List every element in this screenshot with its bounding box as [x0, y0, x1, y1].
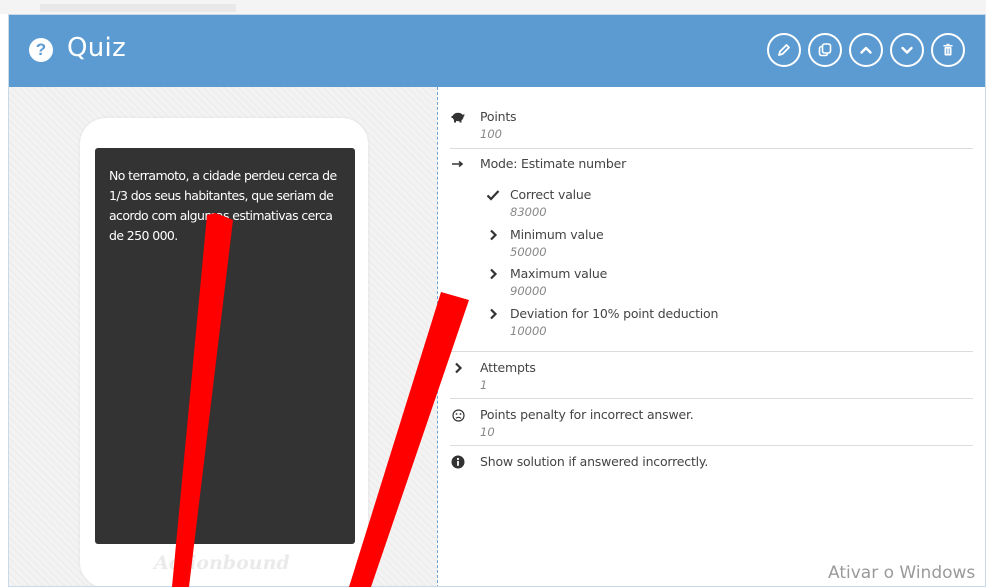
maximum-value: 90000	[510, 284, 547, 298]
question-icon: ?	[29, 38, 53, 62]
mode-row[interactable]: Mode: Estimate number	[450, 156, 973, 176]
separator	[450, 351, 973, 352]
quiz-card: ? Quiz No terramoto, a cidade perdeu cer…	[8, 14, 986, 587]
move-down-button[interactable]	[890, 33, 924, 67]
piggy-bank-icon	[450, 109, 466, 125]
phone-preview-panel: No terramoto, a cidade perdeu cerca de 1…	[9, 87, 437, 586]
attempts-value: 1	[480, 378, 488, 392]
info-icon	[450, 454, 466, 470]
correct-value-item[interactable]: Correct value 83000	[486, 187, 946, 223]
chevron-down-icon	[901, 46, 913, 54]
checkmark-icon	[486, 187, 500, 203]
top-strip-segment	[40, 4, 236, 12]
separator	[450, 398, 973, 399]
trash-icon	[943, 43, 953, 56]
deviation-value: 10000	[510, 324, 547, 338]
minimum-value: 50000	[510, 245, 547, 259]
minimum-value-item[interactable]: Minimum value 50000	[486, 227, 946, 263]
windows-activation-watermark: Ativar o Windows	[828, 563, 976, 583]
delete-button[interactable]	[931, 33, 965, 67]
separator	[450, 148, 973, 149]
penalty-row[interactable]: Points penalty for incorrect answer. 10	[450, 407, 973, 446]
separator	[450, 445, 973, 446]
correct-value: 83000	[510, 205, 547, 219]
chevron-right-icon	[450, 360, 466, 376]
deviation-label: Deviation for 10% point deduction	[510, 306, 719, 321]
chevron-right-icon	[486, 306, 500, 322]
frown-icon	[450, 407, 466, 423]
maximum-value-item[interactable]: Maximum value 90000	[486, 266, 946, 302]
chevron-right-icon	[486, 227, 500, 243]
card-header: ? Quiz	[9, 15, 985, 87]
edit-button[interactable]	[767, 33, 801, 67]
phone-mockup: No terramoto, a cidade perdeu cerca de 1…	[80, 118, 368, 586]
points-value: 100	[480, 127, 502, 141]
copy-icon	[818, 43, 832, 57]
chevron-up-icon	[860, 46, 872, 54]
correct-value-label: Correct value	[510, 187, 592, 202]
properties-panel: Points 100 Mode: Estimate number Correct…	[438, 87, 985, 586]
top-strip	[0, 0, 986, 14]
show-solution-label: Show solution if answered incorrectly.	[480, 454, 709, 469]
phone-screen: No terramoto, a cidade perdeu cerca de 1…	[95, 148, 355, 544]
move-up-button[interactable]	[849, 33, 883, 67]
show-solution-row[interactable]: Show solution if answered incorrectly.	[450, 454, 973, 474]
brand-logo: Actionbound	[154, 552, 290, 574]
mode-label: Mode: Estimate number	[480, 156, 627, 171]
chevron-right-icon	[486, 266, 500, 282]
maximum-value-label: Maximum value	[510, 266, 608, 281]
attempts-label: Attempts	[480, 360, 536, 375]
duplicate-button[interactable]	[808, 33, 842, 67]
deviation-item[interactable]: Deviation for 10% point deduction 10000	[486, 306, 946, 342]
penalty-label: Points penalty for incorrect answer.	[480, 407, 694, 422]
penalty-value: 10	[480, 425, 495, 439]
arrow-right-icon	[450, 156, 466, 172]
card-title: Quiz	[67, 33, 127, 63]
question-text: No terramoto, a cidade perdeu cerca de 1…	[109, 168, 337, 243]
points-row[interactable]: Points 100	[450, 109, 973, 149]
attempts-row[interactable]: Attempts 1	[450, 360, 973, 399]
minimum-value-label: Minimum value	[510, 227, 604, 242]
points-label: Points	[480, 109, 517, 124]
edit-icon	[778, 44, 790, 56]
